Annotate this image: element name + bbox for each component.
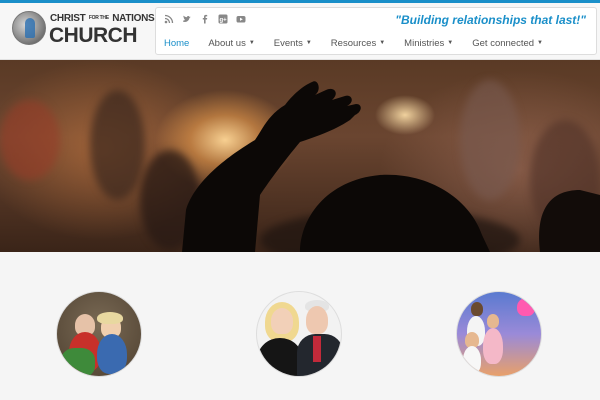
tagline: "Building relationships that last!" [395, 13, 586, 27]
social-links: g+ [164, 14, 246, 24]
facebook-icon[interactable] [200, 14, 210, 24]
menu-item-events[interactable]: Events ▼ [274, 38, 312, 49]
menu-item-ministries[interactable]: Ministries ▼ [404, 38, 453, 49]
caret-down-icon: ▼ [447, 40, 454, 47]
person-shirt [97, 334, 127, 374]
youtube-icon[interactable] [236, 14, 246, 24]
caret-down-icon: ▼ [537, 40, 543, 47]
menu-item-home[interactable]: Home [164, 38, 189, 49]
menu-item-get-connected[interactable]: Get connected ▼ [472, 38, 543, 49]
caret-down-icon: ▼ [305, 40, 312, 47]
site-header: CHRIST FOR THE NATIONS CHURCH g+ "Buildi… [0, 3, 600, 60]
child-body [463, 346, 481, 374]
necktie [313, 336, 321, 362]
featured-photo-couple-garden[interactable] [56, 291, 142, 377]
logo-text-line1: CHRIST FOR THE NATIONS [50, 13, 155, 24]
child-head [487, 314, 499, 328]
featured-photo-couple-formal[interactable] [256, 291, 342, 377]
caret-down-icon: ▼ [248, 40, 255, 47]
plant [61, 348, 95, 376]
caret-down-icon: ▼ [379, 40, 386, 47]
logo-text-line2: CHURCH [49, 24, 138, 47]
svg-text:g+: g+ [220, 18, 228, 24]
google-plus-icon[interactable]: g+ [218, 14, 228, 24]
globe-logo-icon [12, 11, 46, 45]
twitter-icon[interactable] [182, 14, 192, 24]
menu-item-about-us[interactable]: About us ▼ [208, 38, 254, 49]
person-face [271, 308, 293, 334]
featured-photo-children-sky[interactable] [456, 291, 542, 377]
balloon [517, 298, 535, 316]
person-hair [97, 312, 123, 324]
child-head [471, 302, 483, 316]
rss-icon[interactable] [164, 14, 174, 24]
hero-banner-image [0, 60, 600, 252]
nav-panel: g+ "Building relationships that last!" H… [155, 7, 597, 55]
featured-section [0, 252, 600, 400]
menu-item-resources[interactable]: Resources ▼ [331, 38, 385, 49]
church-logo[interactable]: CHRIST FOR THE NATIONS CHURCH [12, 8, 155, 50]
raised-hand-silhouette [182, 81, 600, 252]
person-face [306, 306, 328, 334]
child-dress [483, 328, 503, 364]
main-menu: Home About us ▼ Events ▼ Resources ▼ Minist… [164, 38, 562, 49]
